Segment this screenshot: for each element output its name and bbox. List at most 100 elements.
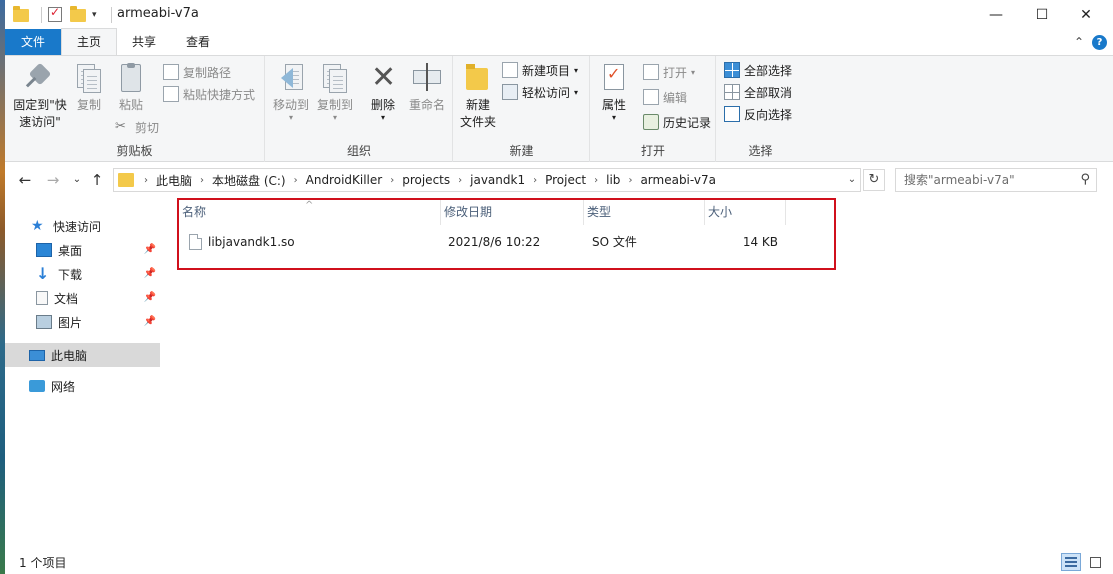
new-folder-label-line1: 新建 (465, 98, 490, 112)
tab-share[interactable]: 共享 (117, 29, 171, 55)
breadcrumb-javandk1[interactable]: javandk1 (470, 173, 525, 187)
close-button[interactable]: ✕ (1063, 0, 1109, 29)
scissors-icon: ✂ (115, 119, 126, 134)
invert-selection-button[interactable]: 反向选择 (724, 104, 792, 124)
open-group-label: 打开 (640, 144, 665, 158)
chevron-right-icon[interactable]: › (533, 175, 537, 186)
properties-label: 属性 (601, 98, 626, 112)
breadcrumb-projects[interactable]: projects (402, 173, 450, 187)
history-button[interactable]: 历史记录 (643, 112, 711, 132)
breadcrumb-project[interactable]: Project (545, 173, 586, 187)
edit-icon (643, 89, 659, 105)
properties-button[interactable]: 属性 ▾ (597, 62, 631, 122)
desktop-icon (36, 243, 52, 257)
chevron-right-icon[interactable]: › (294, 175, 298, 186)
maximize-button[interactable]: ☐ (1019, 0, 1065, 29)
refresh-icon[interactable]: ↻ (863, 169, 885, 191)
new-folder-button[interactable]: 新建 文件夹 (458, 62, 498, 131)
chevron-right-icon[interactable]: › (458, 175, 462, 186)
documents-icon (36, 291, 48, 305)
rename-button[interactable]: 重命名 (406, 62, 448, 114)
breadcrumb-this-pc[interactable]: 此电脑 (156, 172, 192, 189)
recent-locations-chevron-icon[interactable]: ⌄ (67, 170, 87, 190)
download-arrow-icon: ↓ (36, 264, 50, 283)
breadcrumb-local-disk[interactable]: 本地磁盘 (C:) (212, 172, 286, 189)
copy-button[interactable]: 复制 (71, 62, 107, 114)
pin-to-quick-access-button[interactable]: 固定到"快 速访问" (11, 62, 69, 131)
copy-label: 复制 (76, 98, 101, 112)
customize-toolbar-dropdown-icon[interactable]: ▾ (92, 10, 97, 20)
new-item-icon (502, 62, 518, 78)
chevron-right-icon[interactable]: › (200, 175, 204, 186)
chevron-right-icon[interactable]: › (628, 175, 632, 186)
nav-documents-label: 文档 (54, 291, 79, 306)
nav-documents[interactable]: 文档 📌 (5, 286, 160, 310)
history-icon (643, 114, 659, 130)
up-arrow-icon[interactable]: ↑ (87, 170, 107, 190)
copy-to-button[interactable]: 复制到 ▾ (314, 62, 356, 122)
breadcrumb-armeabi-v7a[interactable]: armeabi-v7a (640, 173, 716, 187)
breadcrumb-androidkiller[interactable]: AndroidKiller (306, 173, 383, 187)
select-all-button[interactable]: 全部选择 (724, 60, 792, 80)
paste-button[interactable]: 粘贴 (113, 62, 149, 114)
invert-selection-icon (724, 106, 740, 122)
item-count: 1 个项目 (19, 556, 67, 570)
new-folder-icon (462, 62, 494, 94)
tab-file[interactable]: 文件 (5, 29, 61, 55)
column-header-modified[interactable]: 修改日期 (442, 199, 584, 225)
nav-downloads[interactable]: ↓ 下载 📌 (5, 262, 160, 286)
file-icon (189, 234, 202, 250)
new-folder-icon[interactable] (70, 6, 86, 23)
collapse-ribbon-icon[interactable]: ⌃ (1074, 35, 1084, 50)
tab-view[interactable]: 查看 (171, 29, 225, 55)
minimize-button[interactable]: — (973, 0, 1019, 29)
star-icon: ★ (31, 218, 44, 234)
details-view-button[interactable] (1061, 553, 1081, 571)
nav-this-pc-label: 此电脑 (51, 348, 88, 363)
forward-arrow-icon[interactable]: → (43, 170, 63, 190)
nav-network[interactable]: 网络 (5, 374, 160, 398)
search-box: ⚲ (895, 168, 1097, 192)
column-header-size[interactable]: 大小 (706, 199, 786, 225)
copy-path-button[interactable]: 复制路径 (163, 62, 231, 82)
search-input[interactable] (896, 169, 1066, 191)
ribbon-tabs: 文件 主页 共享 查看 (5, 28, 1113, 55)
cut-button[interactable]: ✂ 剪切 (115, 117, 159, 137)
select-none-label: 全部取消 (744, 85, 793, 100)
rename-label: 重命名 (408, 98, 445, 112)
new-item-button[interactable]: 新建项目 ▾ (502, 60, 578, 80)
divider (41, 7, 42, 23)
chevron-right-icon[interactable]: › (144, 175, 148, 186)
nav-desktop[interactable]: 桌面 📌 (5, 238, 160, 262)
column-header-type[interactable]: 类型 (585, 199, 705, 225)
easy-access-button[interactable]: 轻松访问 ▾ (502, 82, 578, 102)
group-clipboard: 固定到"快 速访问" 复制 粘贴 复制路径 粘贴快捷方式 ✂ 剪切 剪贴板 (5, 56, 265, 162)
nav-this-pc[interactable]: 此电脑 (5, 343, 160, 367)
address-history-dropdown-icon[interactable]: ⌄ (844, 169, 860, 191)
breadcrumb-lib[interactable]: lib (606, 173, 620, 187)
chevron-right-icon[interactable]: › (594, 175, 598, 186)
nav-pictures[interactable]: 图片 📌 (5, 310, 160, 334)
help-icon[interactable]: ? (1092, 35, 1107, 50)
tab-home[interactable]: 主页 (61, 28, 118, 55)
select-none-button[interactable]: 全部取消 (724, 82, 792, 102)
open-button[interactable]: 打开 ▾ (643, 62, 695, 82)
large-icons-view-button[interactable] (1085, 553, 1105, 571)
group-organize: 移动到 ▾ 复制到 ▾ ✕ 删除 ▾ 重命名 组织 (266, 56, 453, 162)
edit-button[interactable]: 编辑 (643, 87, 687, 107)
move-to-button[interactable]: 移动到 ▾ (270, 62, 312, 122)
search-icon[interactable]: ⚲ (1080, 172, 1090, 187)
delete-button[interactable]: ✕ 删除 ▾ (366, 62, 400, 122)
table-row[interactable]: libjavandk1.so 2021/8/6 10:22 SO 文件 14 K… (180, 229, 780, 255)
delete-x-icon: ✕ (371, 60, 397, 95)
edit-label: 编辑 (663, 90, 688, 105)
nav-quick-access[interactable]: ★ 快速访问 (5, 214, 160, 238)
chevron-right-icon[interactable]: › (390, 175, 394, 186)
column-header-name[interactable]: ^ 名称 (180, 199, 441, 225)
copy-path-label: 复制路径 (183, 65, 232, 80)
address-bar[interactable]: › 此电脑 › 本地磁盘 (C:) › AndroidKiller › proj… (113, 168, 861, 192)
properties-check-icon[interactable] (48, 5, 64, 23)
paste-shortcut-button[interactable]: 粘贴快捷方式 (163, 84, 255, 104)
nav-downloads-label: 下载 (58, 267, 83, 282)
back-arrow-icon[interactable]: ← (15, 170, 35, 190)
